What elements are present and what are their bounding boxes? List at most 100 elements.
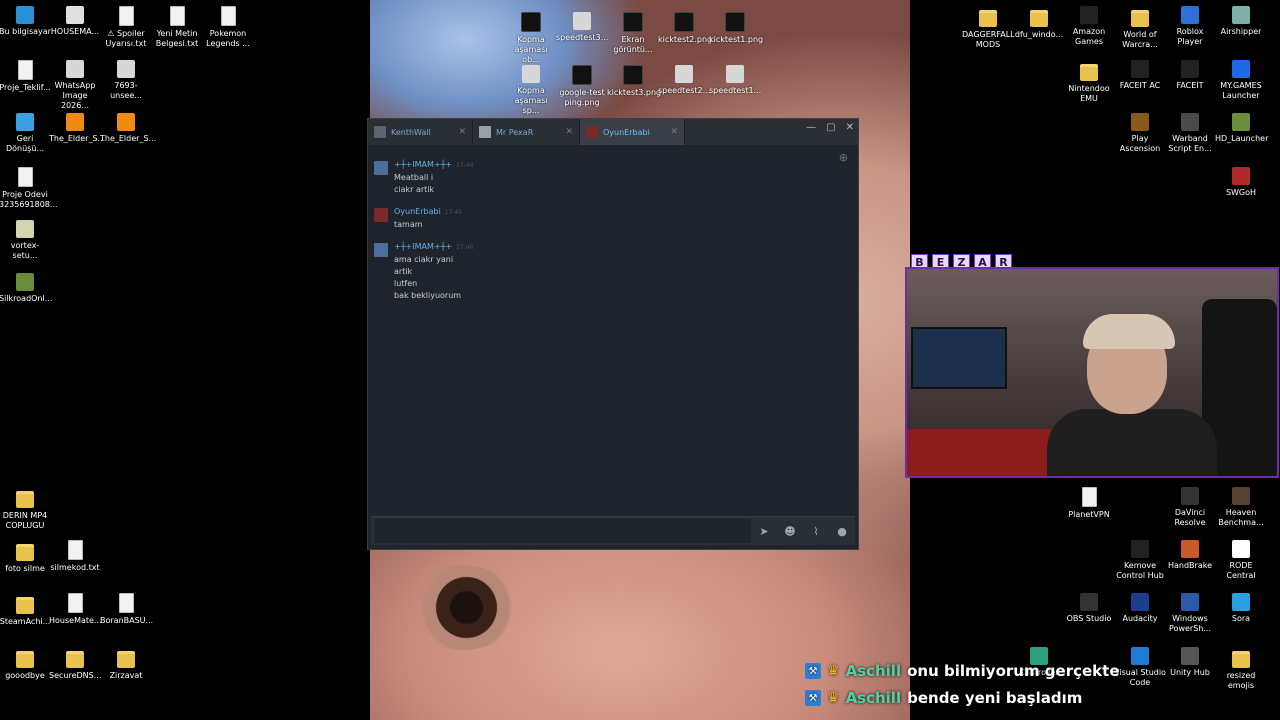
- desktop-icon[interactable]: kicktest3.png: [607, 65, 661, 98]
- desktop-icon-label: OBS Studio: [1066, 614, 1112, 623]
- hammer-badge-icon: ⚒: [805, 663, 821, 679]
- desktop-icon[interactable]: Heaven Benchma...: [1215, 487, 1267, 528]
- close-icon[interactable]: ✕: [458, 127, 466, 137]
- desktop-icon[interactable]: PlanetVPN: [1063, 487, 1115, 520]
- desktop-icon-label: SecureDNS...: [49, 671, 102, 680]
- desktop-icon[interactable]: Unity Hub: [1164, 647, 1216, 678]
- desktop-icon[interactable]: BoranBASU...: [100, 593, 153, 626]
- sender-name[interactable]: OyunErbabi: [394, 207, 441, 216]
- chrome-icon: [66, 6, 84, 24]
- desktop-icon[interactable]: SilkroadOnl...: [0, 273, 52, 304]
- emoji-icon[interactable]: ☻: [777, 519, 803, 543]
- kemove-icon: [1131, 540, 1149, 558]
- close-button[interactable]: ✕: [846, 122, 854, 133]
- desktop-icon[interactable]: Geri Dönüşü...: [0, 113, 51, 154]
- desktop-icon[interactable]: Proje Odevi 3235691808...: [0, 167, 58, 210]
- timestamp: 17:45: [444, 209, 463, 216]
- minimize-button[interactable]: —: [806, 122, 816, 133]
- send-icon[interactable]: ➤: [751, 519, 777, 543]
- desktop-icon[interactable]: resized emojis: [1215, 647, 1267, 691]
- attachment-icon[interactable]: ⌇: [803, 519, 829, 543]
- desktop-icon[interactable]: RODE Central: [1215, 540, 1267, 581]
- desktop-icon[interactable]: DAGGERFALL MODS: [962, 6, 1015, 50]
- tab-kenthwall[interactable]: KenthWall ✕: [368, 119, 473, 145]
- desktop-icon-label: Visual Studio Code: [1114, 668, 1166, 687]
- desktop-icon[interactable]: WhatsApp Image 2026...: [49, 60, 101, 111]
- desktop-icon[interactable]: The_Elder_S...: [100, 113, 156, 144]
- desktop-icon-label: Ekran görüntü...: [613, 35, 653, 54]
- desktop-icon[interactable]: gooodbye: [0, 647, 51, 681]
- message-input[interactable]: [374, 519, 751, 543]
- desktop-icon[interactable]: kicktest2.png: [658, 12, 712, 45]
- desktop-icon[interactable]: silmekod.txt: [49, 540, 101, 573]
- desktop-icon[interactable]: google-test ping.png: [556, 65, 608, 108]
- tab-mr-pexar[interactable]: Mr PexaR ✕: [473, 119, 580, 145]
- tab-label: Mr PexaR: [496, 127, 534, 137]
- desktop-icon[interactable]: kicktest1.png: [709, 12, 763, 45]
- desktop-icon[interactable]: The_Elder_S...: [49, 113, 105, 144]
- message-text: artik: [394, 267, 413, 276]
- close-icon[interactable]: ✕: [670, 127, 678, 137]
- desktop-icon[interactable]: Bu bilgisayar: [0, 6, 51, 37]
- desktop-icon[interactable]: Kopma aşaması sp...: [505, 65, 557, 116]
- desktop-icon[interactable]: Yeni Metin Belgesi.txt: [151, 6, 203, 49]
- desktop-icon[interactable]: Kemove Control Hub: [1114, 540, 1166, 581]
- desktop-icon[interactable]: OBS Studio: [1063, 593, 1115, 624]
- faceit-icon: [1131, 60, 1149, 78]
- desktop-icon[interactable]: Nintendoo EMU: [1063, 60, 1115, 104]
- close-icon[interactable]: ✕: [565, 127, 573, 137]
- desktop-icon[interactable]: Airshipper: [1215, 6, 1267, 37]
- maximize-button[interactable]: ▢: [826, 122, 835, 133]
- desktop-icon[interactable]: DERIN MP4 COPLUGU: [0, 487, 51, 531]
- desktop-icon[interactable]: MY.GAMES Launcher: [1215, 60, 1267, 101]
- desktop-icon[interactable]: DaVinci Resolve: [1164, 487, 1216, 528]
- desktop-icon[interactable]: Warband Script En...: [1164, 113, 1216, 154]
- desktop-icon-label: DAGGERFALL MODS: [962, 30, 1015, 49]
- sender-name[interactable]: +┼+IMAM+┼+: [394, 160, 452, 169]
- desktop-icon[interactable]: HouseMate...: [49, 593, 102, 626]
- desktop-icon[interactable]: SecureDNS...: [49, 647, 101, 681]
- file-icon: [17, 60, 33, 80]
- tab-oyunerbabi[interactable]: OyunErbabi ✕: [580, 119, 685, 145]
- desktop-icon[interactable]: Kopma aşaması ob...: [505, 12, 557, 65]
- file-icon: [67, 540, 83, 560]
- desktop-icon[interactable]: HandBrake: [1164, 540, 1216, 571]
- desktop-icon[interactable]: Amazon Games: [1063, 6, 1115, 47]
- desktop-icon[interactable]: ⚠ Spoiler Uyarısı.txt: [100, 6, 152, 49]
- desktop-icon[interactable]: Zirzavat: [100, 647, 152, 681]
- desktop-icon[interactable]: FACEIT AC: [1114, 60, 1166, 91]
- desktop-icon[interactable]: SteamAchi...: [0, 593, 51, 627]
- folder-icon: [117, 651, 135, 668]
- desktop-icon[interactable]: Pokemon Legends ...: [202, 6, 254, 49]
- desktop-icon[interactable]: Audacity: [1114, 593, 1166, 624]
- voice-icon[interactable]: ●: [829, 519, 855, 543]
- desktop-icon[interactable]: HOUSEMA...: [49, 6, 101, 37]
- avatar: [374, 243, 388, 257]
- desktop-icon[interactable]: HD_Launcher: [1215, 113, 1268, 144]
- desktop-icon[interactable]: 7693-unsee...: [100, 60, 152, 101]
- sender-name[interactable]: +┼+IMAM+┼+: [394, 242, 452, 251]
- desktop-icon[interactable]: vortex-setu...: [0, 220, 51, 261]
- desktop-icon[interactable]: Sora: [1215, 593, 1267, 624]
- desktop-icon-label: Kemove Control Hub: [1116, 561, 1164, 580]
- desktop-icon[interactable]: Windows PowerSh...: [1164, 593, 1216, 634]
- desktop-icon[interactable]: Proje_Teklif...: [0, 60, 51, 93]
- desktop-icon[interactable]: foto silme: [0, 540, 51, 574]
- desktop-icon[interactable]: Visual Studio Code: [1114, 647, 1166, 688]
- desktop-icon[interactable]: Roblox Player: [1164, 6, 1216, 47]
- desktop-icon[interactable]: SWGoH: [1215, 167, 1267, 198]
- desktop-icon[interactable]: speedtest1...: [709, 65, 761, 96]
- desktop-icon[interactable]: Play Ascension: [1114, 113, 1166, 154]
- desktop-icon[interactable]: Ekran görüntü...: [607, 12, 659, 55]
- desktop-icon[interactable]: speedtest3...: [556, 12, 608, 43]
- desktop-icon[interactable]: World of Warcra...: [1114, 6, 1166, 50]
- file-icon: [118, 6, 134, 26]
- webcam-overlay: [905, 267, 1279, 478]
- message-text: ciakr artik: [394, 185, 435, 194]
- folder-icon: [1080, 64, 1098, 81]
- desktop-icon[interactable]: speedtest2...: [658, 65, 710, 96]
- desktop-icon[interactable]: FACEIT: [1164, 60, 1216, 91]
- message-text: tamam: [394, 220, 423, 229]
- message-text: bak bekliyuorum: [394, 291, 462, 300]
- desktop-icon[interactable]: dfu_windo...: [1013, 6, 1065, 40]
